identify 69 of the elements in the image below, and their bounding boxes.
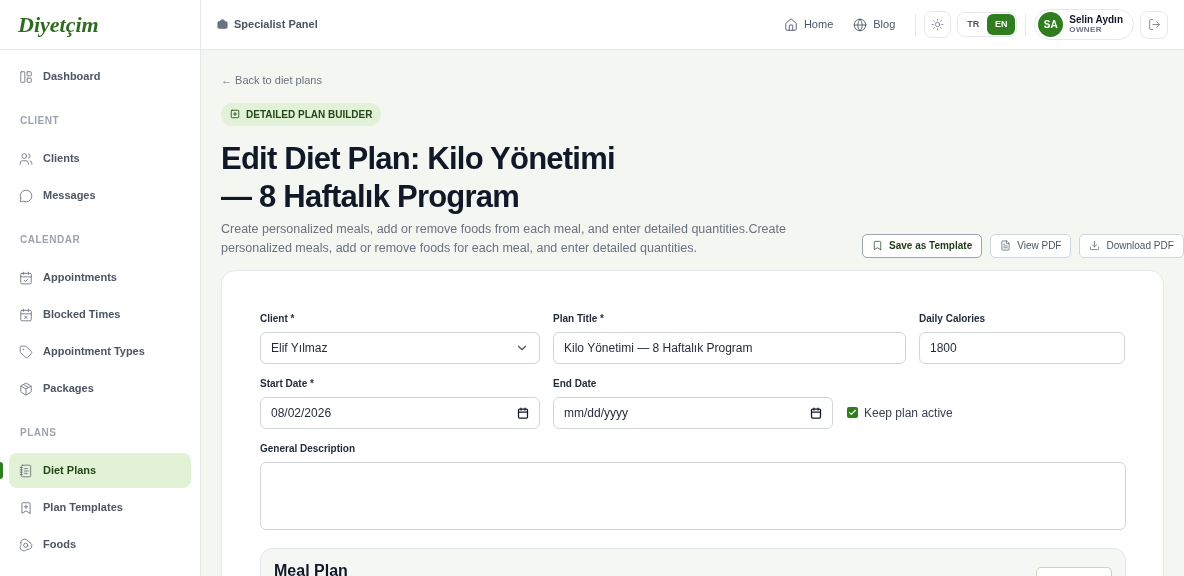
input-field[interactable]: Kilo Yönetimi — 8 Haftalık Program — [553, 331, 906, 364]
description-textarea[interactable] — [260, 461, 1126, 530]
section-badge: DETAILED PLAN BUILDER — [221, 102, 382, 126]
notebook-icon — [19, 463, 33, 478]
date-field[interactable]: mm/dd/yyyy — [553, 396, 833, 429]
nav-item[interactable]: Dashboard — [9, 59, 191, 94]
action-button[interactable]: Save as Template — [862, 233, 983, 258]
nav-item[interactable]: Packages — [9, 371, 191, 406]
field-label: Start Date * — [260, 376, 315, 391]
meal-plan-title: Meal Plan — [274, 560, 348, 576]
tag-icon — [19, 344, 33, 359]
select-field[interactable]: Elif Yılmaz — [260, 331, 540, 364]
field-label: General Description — [260, 441, 357, 456]
back-link[interactable]: ← Back to diet plans — [221, 72, 1164, 89]
panel-title: Specialist Panel — [234, 17, 318, 33]
logo[interactable]: Diyetçim — [18, 8, 99, 41]
sun-icon — [931, 18, 945, 31]
avatar: SA — [1038, 12, 1064, 37]
egg-icon — [19, 537, 33, 552]
chat-bubble-icon — [19, 188, 33, 203]
bookmark-icon — [872, 240, 883, 251]
package-icon — [19, 381, 33, 396]
language-option[interactable]: EN — [987, 14, 1016, 35]
nav-item[interactable]: Clients — [9, 141, 191, 176]
field-label: Client * — [260, 311, 296, 326]
checkbox[interactable] — [847, 407, 858, 418]
nav-item[interactable]: Messages — [9, 178, 191, 213]
input-field[interactable]: 1800 — [919, 331, 1125, 364]
section-heading: PLANS — [19, 426, 58, 440]
calendar-icon — [810, 406, 822, 419]
section-heading: CALENDAR — [19, 233, 82, 247]
nav-link[interactable]: Blog — [853, 16, 896, 33]
nav-item[interactable]: Appointment Types — [9, 334, 191, 369]
active-indicator — [0, 462, 3, 479]
logout-button[interactable] — [1140, 10, 1168, 39]
user-name: Selin Aydın — [1069, 14, 1123, 25]
nav-item[interactable]: Blocked Times — [9, 297, 191, 332]
users-icon — [19, 151, 33, 166]
nav-item[interactable]: Diet Plans — [9, 453, 191, 488]
date-field[interactable]: 08/02/2026 — [260, 396, 540, 429]
field-label: Daily Calories — [919, 311, 987, 326]
language-option[interactable]: TR — [959, 14, 988, 35]
briefcase-icon — [217, 19, 228, 30]
nav-item[interactable]: Appointments — [9, 260, 191, 295]
dashboard-icon — [19, 69, 33, 84]
page-description: Create personalized meals, add or remove foods from each meal, and enter detailed quantities.Create personalized meals, add or remove foods for each meal, and enter detailed quantities. — [221, 220, 787, 257]
calendar-check-icon — [19, 270, 33, 285]
globe-icon — [853, 17, 868, 32]
bookmark-icon — [19, 500, 33, 515]
user-role: OWNER — [1069, 24, 1102, 35]
home-icon — [783, 17, 798, 32]
document-icon — [1000, 240, 1012, 251]
field-label: Plan Title * — [553, 311, 605, 326]
action-button[interactable]: Download PDF — [1079, 233, 1184, 258]
nav-item[interactable]: Plan Templates — [9, 490, 191, 525]
plus-square-icon — [230, 109, 240, 119]
check-icon — [848, 408, 857, 417]
action-button[interactable]: View PDF — [990, 233, 1072, 258]
calendar-icon — [517, 406, 529, 419]
nav-item[interactable]: Foods — [9, 527, 191, 562]
field-label: End Date — [553, 376, 598, 391]
theme-toggle[interactable] — [924, 11, 952, 38]
nav-link[interactable]: Home — [783, 16, 834, 33]
page-title: Edit Diet Plan: Kilo Yönetimi — 8 Haftalık Program — [221, 139, 616, 216]
checkbox-label: Keep plan active — [864, 404, 953, 422]
logout-icon — [1147, 18, 1161, 31]
section-heading: CLIENT — [19, 114, 61, 128]
calendar-x-icon — [19, 307, 33, 322]
download-icon — [1089, 240, 1101, 251]
